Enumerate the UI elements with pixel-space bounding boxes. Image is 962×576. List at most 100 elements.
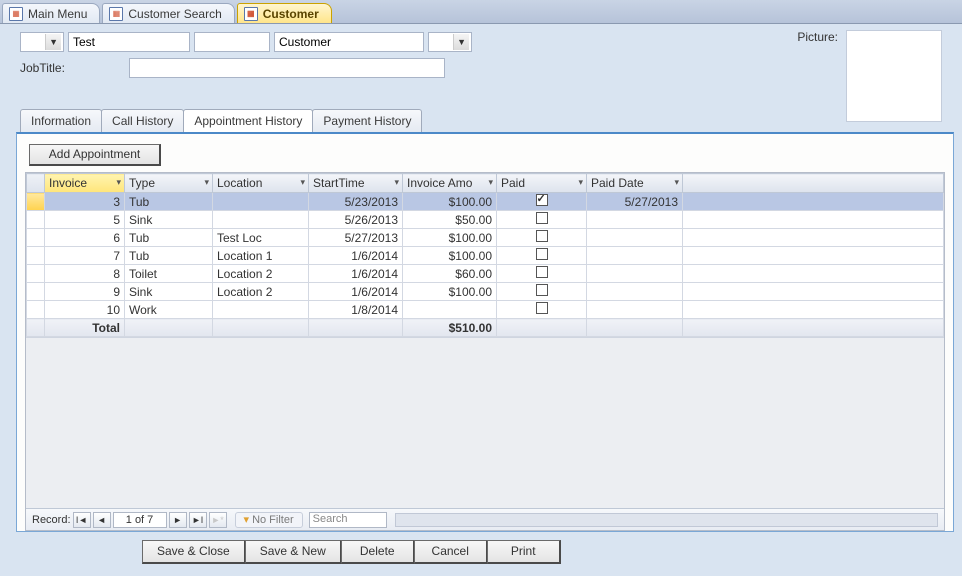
cell-location[interactable]	[213, 193, 309, 211]
cell-paid-date[interactable]: 5/27/2013	[587, 193, 683, 211]
cell-location[interactable]: Location 2	[213, 283, 309, 301]
column-header-paid-date[interactable]: Paid Date▾	[587, 174, 683, 193]
tab-appointment-history[interactable]: Appointment History	[183, 109, 313, 133]
cell-type[interactable]: Tub	[125, 193, 213, 211]
cell-amount[interactable]: $100.00	[403, 193, 497, 211]
filter-toggle[interactable]: ▾ No Filter	[235, 512, 303, 528]
table-row[interactable]: 9SinkLocation 21/6/2014$100.00	[27, 283, 944, 301]
nav-first-button[interactable]: I◄	[73, 512, 91, 528]
cell-type[interactable]: Tub	[125, 247, 213, 265]
cell-type[interactable]: Toilet	[125, 265, 213, 283]
cell-amount[interactable]: $100.00	[403, 283, 497, 301]
column-header-invoice[interactable]: Invoice▾	[45, 174, 125, 193]
cell-invoice[interactable]: 6	[45, 229, 125, 247]
cell-location[interactable]: Location 2	[213, 265, 309, 283]
print-button[interactable]: Print	[487, 540, 561, 564]
cell-location[interactable]	[213, 211, 309, 229]
cell-invoice[interactable]: 7	[45, 247, 125, 265]
cell-paid[interactable]	[497, 301, 587, 319]
tab-payment-history[interactable]: Payment History	[312, 109, 422, 132]
cell-starttime[interactable]: 5/23/2013	[309, 193, 403, 211]
row-selector[interactable]	[27, 193, 45, 211]
jobtitle-field[interactable]	[129, 58, 445, 78]
suffix-combo[interactable]: ▼	[428, 32, 472, 52]
cell-location[interactable]: Test Loc	[213, 229, 309, 247]
table-row[interactable]: 3Tub 5/23/2013$100.00 5/27/2013	[27, 193, 944, 211]
cell-paid[interactable]	[497, 211, 587, 229]
nav-next-button[interactable]: ►	[169, 512, 187, 528]
doc-tab-customer[interactable]: ▦Customer	[237, 3, 332, 23]
first-name-field[interactable]	[68, 32, 190, 52]
cell-paid[interactable]	[497, 265, 587, 283]
search-input[interactable]: Search	[309, 512, 387, 528]
row-selector-header[interactable]	[27, 174, 45, 193]
cell-starttime[interactable]: 1/8/2014	[309, 301, 403, 319]
cell-paid-date[interactable]	[587, 229, 683, 247]
table-row[interactable]: 6TubTest Loc5/27/2013$100.00	[27, 229, 944, 247]
column-header-paid[interactable]: Paid▾	[497, 174, 587, 193]
cell-type[interactable]: Sink	[125, 283, 213, 301]
delete-button[interactable]: Delete	[341, 540, 415, 564]
cell-paid-date[interactable]	[587, 265, 683, 283]
middle-name-field[interactable]	[194, 32, 270, 52]
picture-placeholder[interactable]	[846, 30, 942, 122]
column-header-starttime[interactable]: StartTime▾	[309, 174, 403, 193]
cell-starttime[interactable]: 5/27/2013	[309, 229, 403, 247]
cell-paid[interactable]	[497, 229, 587, 247]
cell-starttime[interactable]: 1/6/2014	[309, 283, 403, 301]
nav-prev-button[interactable]: ◄	[93, 512, 111, 528]
table-row[interactable]: 8ToiletLocation 21/6/2014$60.00	[27, 265, 944, 283]
cell-paid-date[interactable]	[587, 247, 683, 265]
cell-location[interactable]: Location 1	[213, 247, 309, 265]
save-new-button[interactable]: Save & New	[245, 540, 342, 564]
last-name-field[interactable]	[274, 32, 424, 52]
cell-type[interactable]: Sink	[125, 211, 213, 229]
cell-paid-date[interactable]	[587, 283, 683, 301]
add-appointment-button[interactable]: Add Appointment	[29, 144, 161, 166]
doc-tab-main-menu[interactable]: ▦Main Menu	[2, 3, 100, 23]
nav-new-button[interactable]: ►*	[209, 512, 227, 528]
cell-location[interactable]	[213, 301, 309, 319]
row-selector[interactable]	[27, 247, 45, 265]
tab-information[interactable]: Information	[20, 109, 102, 132]
cell-paid[interactable]	[497, 283, 587, 301]
row-selector[interactable]	[27, 229, 45, 247]
cell-invoice[interactable]: 3	[45, 193, 125, 211]
table-row[interactable]: 5Sink 5/26/2013$50.00	[27, 211, 944, 229]
table-row[interactable]: 10Work 1/8/2014	[27, 301, 944, 319]
cell-invoice[interactable]: 10	[45, 301, 125, 319]
horizontal-scrollbar[interactable]	[395, 513, 938, 527]
cell-paid-date[interactable]	[587, 301, 683, 319]
cell-paid[interactable]	[497, 247, 587, 265]
cell-paid-date[interactable]	[587, 211, 683, 229]
cell-invoice[interactable]: 8	[45, 265, 125, 283]
title-combo[interactable]: ▼	[20, 32, 64, 52]
cell-amount[interactable]: $100.00	[403, 247, 497, 265]
record-position[interactable]: 1 of 7	[113, 512, 167, 528]
cell-type[interactable]: Work	[125, 301, 213, 319]
column-header-invoice-amo[interactable]: Invoice Amo▾	[403, 174, 497, 193]
cell-starttime[interactable]: 1/6/2014	[309, 265, 403, 283]
row-selector[interactable]	[27, 211, 45, 229]
cell-amount[interactable]: $100.00	[403, 229, 497, 247]
row-selector[interactable]	[27, 301, 45, 319]
nav-last-button[interactable]: ►I	[189, 512, 207, 528]
cell-paid[interactable]	[497, 193, 587, 211]
cell-invoice[interactable]: 5	[45, 211, 125, 229]
row-selector[interactable]	[27, 283, 45, 301]
save-close-button[interactable]: Save & Close	[142, 540, 246, 564]
column-header-type[interactable]: Type▾	[125, 174, 213, 193]
cell-amount[interactable]: $60.00	[403, 265, 497, 283]
tab-call-history[interactable]: Call History	[101, 109, 184, 132]
column-header-location[interactable]: Location▾	[213, 174, 309, 193]
doc-tab-customer-search[interactable]: ▦Customer Search	[102, 3, 234, 23]
cell-amount[interactable]: $50.00	[403, 211, 497, 229]
cell-amount[interactable]	[403, 301, 497, 319]
cell-type[interactable]: Tub	[125, 229, 213, 247]
row-selector[interactable]	[27, 265, 45, 283]
cell-starttime[interactable]: 5/26/2013	[309, 211, 403, 229]
table-row[interactable]: 7TubLocation 11/6/2014$100.00	[27, 247, 944, 265]
cell-invoice[interactable]: 9	[45, 283, 125, 301]
cell-starttime[interactable]: 1/6/2014	[309, 247, 403, 265]
cancel-button[interactable]: Cancel	[414, 540, 488, 564]
